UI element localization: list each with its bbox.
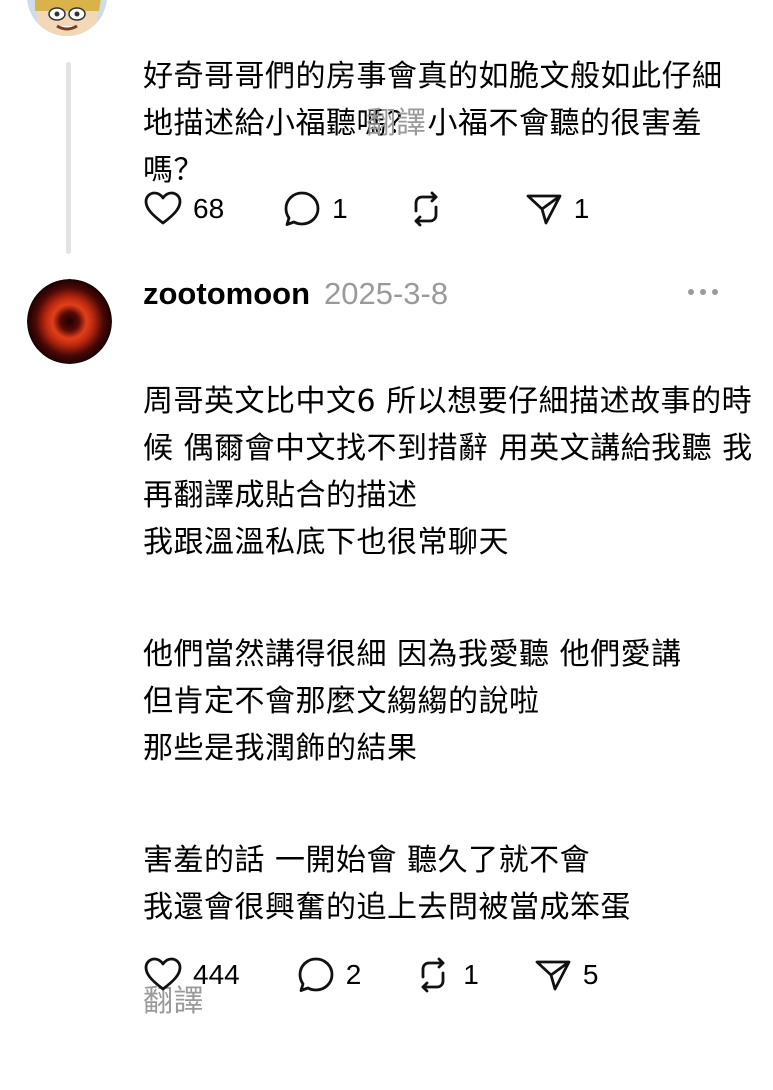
share-count: 5 [582, 959, 599, 990]
heart-icon [144, 191, 182, 225]
translate-link[interactable]: 翻譯 [366, 106, 426, 141]
post-date: 2025-3-8 [324, 276, 449, 311]
like-button[interactable]: 68 [143, 189, 224, 229]
comment-button[interactable]: 2 [296, 955, 362, 995]
avatar-red-orb-icon [27, 279, 112, 364]
comment-button[interactable]: 1 [282, 189, 348, 229]
comment-bubble-icon [298, 957, 334, 992]
post-actions: 444 2 1 5 [143, 950, 598, 1000]
repost-button[interactable]: 1 [413, 955, 479, 995]
dot [688, 289, 694, 295]
comment-count: 2 [345, 959, 362, 990]
repost-icon [414, 191, 438, 227]
post-text: 好奇哥哥們的房事會真的如脆文般如此仔細地描述給小福聽嗎？ 小福不會聽的很害羞嗎？ [143, 59, 723, 188]
thread-connector-line [66, 62, 71, 254]
heart-icon [144, 957, 182, 991]
repost-count: 1 [463, 959, 479, 990]
post-header: zootomoon 2025-3-8 [143, 272, 448, 316]
avatar[interactable] [27, 0, 107, 36]
dot [700, 289, 706, 295]
comment-bubble-icon [284, 191, 320, 226]
comment-count: 1 [332, 193, 348, 224]
like-count: 68 [193, 193, 225, 224]
send-icon [526, 194, 562, 225]
post-paragraph: 他們當然講得很細 因為我愛聽 他們愛講 但肯定不會那麼文縐縐的說啦 那些是我潤飾… [143, 637, 682, 766]
repost-icon [421, 957, 445, 993]
more-options-button[interactable] [688, 282, 728, 302]
post-paragraph: 害羞的話 一開始會 聽久了就不會 我還會很興奮的追上去問被當成笨蛋 [143, 843, 631, 925]
like-button[interactable]: 444 [143, 955, 240, 995]
send-icon [535, 960, 571, 991]
like-count: 444 [193, 959, 240, 990]
share-button[interactable]: 1 [524, 189, 590, 229]
dot [712, 289, 718, 295]
share-button[interactable]: 5 [533, 955, 599, 995]
avatar-cartoon-icon [27, 0, 107, 36]
author-name[interactable]: zootomoon [143, 276, 310, 312]
avatar[interactable] [27, 279, 112, 364]
share-count: 1 [573, 193, 590, 224]
post-paragraph: 周哥英文比中文6 所以想要仔細描述故事的時候 偶爾會中文找不到措辭 用英文講給我… [143, 384, 753, 560]
repost-button[interactable] [406, 189, 446, 229]
post-actions: 68 1 1 [143, 184, 589, 234]
